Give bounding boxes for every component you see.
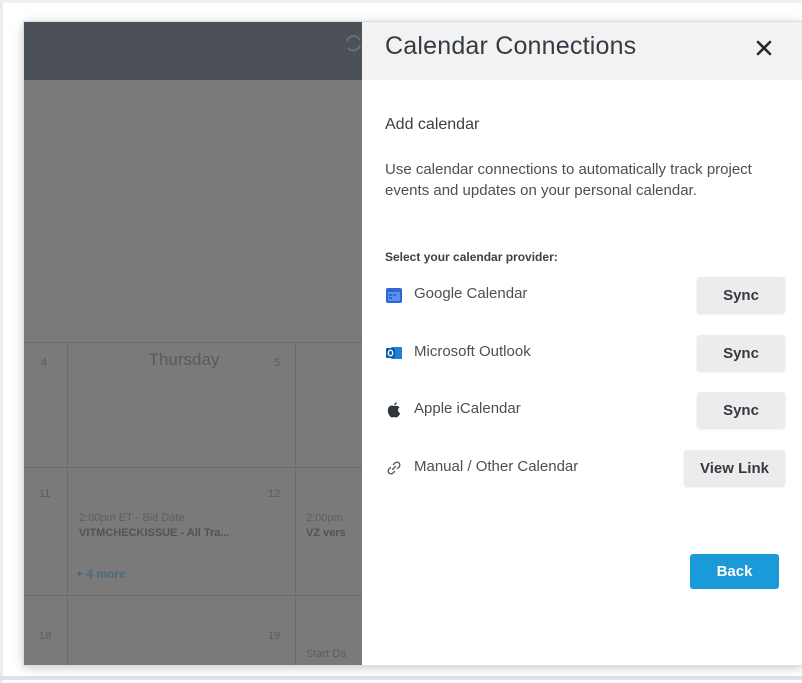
day-number: 18 bbox=[39, 630, 52, 642]
apple-sync-button[interactable]: Sync bbox=[697, 392, 785, 428]
close-icon[interactable] bbox=[750, 34, 778, 62]
panel-title: Calendar Connections bbox=[385, 32, 637, 60]
panel-header: Calendar Connections bbox=[362, 22, 802, 80]
app-window: Thursday 4 5 11 12 18 19 2:00pm ET - Bid… bbox=[24, 22, 802, 665]
day-number: 11 bbox=[39, 488, 51, 500]
provider-row-google: Google Calendar Sync bbox=[385, 277, 785, 313]
link-icon bbox=[387, 461, 401, 475]
google-calendar-icon bbox=[386, 288, 402, 303]
grid-line bbox=[295, 342, 296, 665]
provider-name: Google Calendar bbox=[414, 285, 528, 302]
provider-name: Manual / Other Calendar bbox=[414, 458, 579, 475]
google-sync-button[interactable]: Sync bbox=[697, 277, 785, 313]
provider-name: Microsoft Outlook bbox=[414, 343, 531, 360]
provider-row-manual: Manual / Other Calendar View Link bbox=[385, 450, 785, 486]
outer-bottom-border bbox=[0, 676, 802, 680]
more-events-link[interactable]: + 4 more bbox=[76, 567, 126, 581]
view-link-button[interactable]: View Link bbox=[684, 450, 785, 486]
provider-row-outlook: Microsoft Outlook Sync bbox=[385, 335, 785, 371]
section-title: Add calendar bbox=[385, 116, 480, 133]
provider-label: Select your calendar provider: bbox=[385, 250, 558, 264]
day-heading: Thursday bbox=[148, 350, 220, 369]
event-time: 2:00pm ET - Bid Date bbox=[79, 512, 185, 524]
outlook-icon bbox=[386, 347, 402, 359]
day-number: 19 bbox=[268, 630, 281, 642]
grid-line bbox=[67, 342, 68, 665]
day-number: 5 bbox=[274, 357, 281, 369]
event-time: Start Da bbox=[306, 648, 347, 660]
event-title[interactable]: VITMCHECKISSUE - All Tra... bbox=[79, 527, 230, 539]
grid-line bbox=[24, 342, 362, 343]
provider-name: Apple iCalendar bbox=[414, 400, 521, 417]
event-title[interactable]: VZ vers bbox=[306, 527, 346, 539]
grid-line bbox=[24, 467, 362, 468]
day-number: 12 bbox=[268, 488, 281, 500]
event-time: 2:00pm bbox=[306, 512, 343, 524]
outer-left-border bbox=[0, 0, 3, 683]
provider-row-apple: Apple iCalendar Sync bbox=[385, 392, 785, 428]
outer-top-border bbox=[0, 0, 802, 3]
day-number: 4 bbox=[41, 357, 48, 369]
calendar-header bbox=[24, 22, 362, 80]
back-button[interactable]: Back bbox=[690, 554, 779, 589]
description-text: Use calendar connections to automaticall… bbox=[385, 161, 752, 199]
calendar-connections-panel: Calendar Connections Add calendar Use ca… bbox=[362, 22, 802, 665]
refresh-icon bbox=[346, 35, 361, 52]
outlook-sync-button[interactable]: Sync bbox=[697, 335, 785, 371]
apple-icon bbox=[387, 402, 401, 418]
grid-line bbox=[24, 595, 362, 596]
calendar-grid: Thursday 4 5 11 12 18 19 2:00pm ET - Bid… bbox=[24, 80, 362, 665]
